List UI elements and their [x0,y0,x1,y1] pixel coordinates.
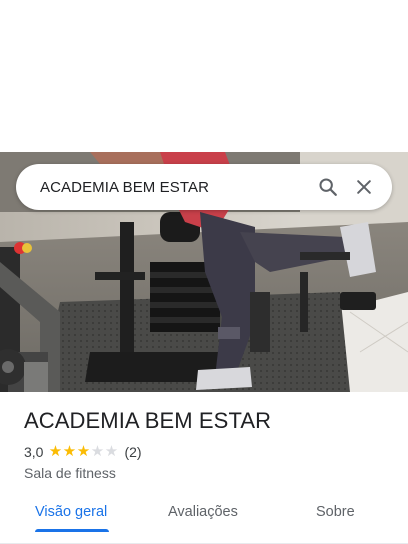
star-icon: ★ [104,443,119,460]
review-count[interactable]: (2) [124,444,141,460]
blank-map-area [0,0,408,152]
star-icon: ★ [48,443,63,460]
tab-reviews[interactable]: Avaliações [168,504,238,520]
place-tabs: Visão geral Avaliações Sobre [0,492,408,544]
star-icon: ★ [62,443,77,460]
star-rating: ★ ★ ★ ★ ★ [48,444,118,460]
place-category[interactable]: Sala de fitness [24,465,116,481]
tab-overview[interactable]: Visão geral [35,504,107,520]
rating-value: 3,0 [24,444,44,460]
close-icon[interactable] [346,169,382,205]
active-tab-indicator [35,529,109,532]
search-input[interactable]: ACADEMIA BEM ESTAR [40,179,310,196]
search-bar[interactable]: ACADEMIA BEM ESTAR [16,164,392,210]
tab-about[interactable]: Sobre [316,504,355,520]
rating-row[interactable]: 3,0 ★ ★ ★ ★ ★ (2) [24,444,142,461]
star-icon: ★ [90,443,105,460]
star-icon: ★ [76,443,91,460]
search-icon[interactable] [310,169,346,205]
place-name: ACADEMIA BEM ESTAR [24,408,272,433]
